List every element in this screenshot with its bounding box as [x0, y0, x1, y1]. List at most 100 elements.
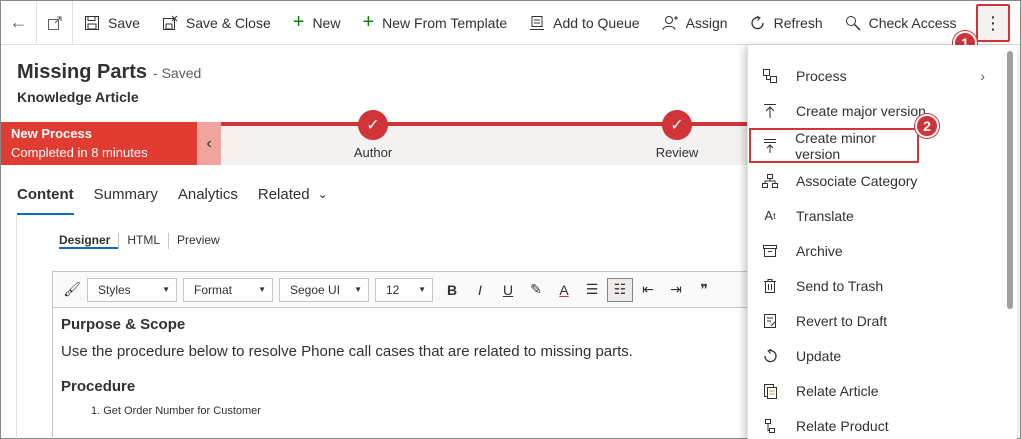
tab-label: Summary: [93, 185, 158, 203]
trash-icon: [760, 278, 780, 294]
back-button[interactable]: ←: [1, 0, 37, 45]
content-heading: Procedure: [61, 378, 136, 395]
caret-down-icon: ▼: [354, 285, 362, 294]
page-title: Missing Parts - Saved: [17, 61, 201, 84]
decrease-indent-icon[interactable]: ⇤: [635, 278, 661, 302]
assign-button[interactable]: Assign: [651, 1, 739, 45]
new-button[interactable]: + New: [282, 1, 352, 45]
menu-item-relate-article[interactable]: Relate Article: [748, 373, 1017, 408]
menu-item-create-major-version[interactable]: Create major version: [748, 93, 1017, 128]
check-access-label: Check Access: [868, 14, 957, 31]
save-icon: [84, 15, 100, 31]
menu-item-associate-category[interactable]: Associate Category: [748, 163, 1017, 198]
process-panel[interactable]: New Process Completed in 8 minutes: [1, 122, 197, 165]
pop-out-icon: [47, 16, 61, 30]
refresh-icon: [750, 15, 766, 31]
tab-summary[interactable]: Summary: [84, 173, 168, 215]
menu-item-label: Relate Article: [796, 382, 879, 399]
save-close-icon: [162, 15, 178, 31]
underline-icon[interactable]: U: [495, 278, 521, 302]
refresh-button[interactable]: Refresh: [739, 1, 834, 45]
menu-item-relate-product[interactable]: Relate Product: [748, 408, 1017, 439]
stage-label: Author: [353, 145, 393, 160]
editor-content[interactable]: Purpose & Scope Use the procedure below …: [53, 308, 751, 425]
process-time: Completed in 8 minutes: [11, 145, 148, 160]
new-from-template-button[interactable]: + New From Template: [351, 1, 518, 45]
styles-value: Styles: [98, 282, 131, 297]
font-dropdown[interactable]: Segoe UI ▼: [279, 277, 369, 302]
tab-label: Content: [17, 185, 74, 203]
check-access-icon: [845, 15, 861, 31]
major-version-icon: [760, 103, 780, 119]
caret-down-icon: ▼: [258, 285, 266, 294]
bulleted-list-icon[interactable]: ☰: [579, 278, 605, 302]
font-color-icon[interactable]: A: [551, 278, 577, 302]
add-to-queue-label: Add to Queue: [553, 14, 640, 31]
caret-down-icon: ▼: [418, 285, 426, 294]
new-from-template-label: New From Template: [382, 14, 508, 31]
tab-related[interactable]: Related ⌄: [248, 173, 338, 215]
chevron-down-icon: ⌄: [317, 187, 328, 201]
numbered-list-icon[interactable]: ☷: [607, 277, 633, 302]
chevron-right-icon: ›: [980, 67, 985, 84]
relate-article-icon: [760, 383, 780, 399]
save-status: - Saved: [153, 65, 202, 81]
save-button[interactable]: Save: [73, 1, 151, 45]
tab-analytics[interactable]: Analytics: [168, 173, 248, 215]
save-label: Save: [108, 14, 140, 31]
mode-preview[interactable]: Preview: [168, 233, 228, 249]
font-size-dropdown[interactable]: 12 ▼: [375, 277, 433, 302]
increase-indent-icon[interactable]: ⇥: [663, 278, 689, 302]
vertical-ellipsis-icon: ⋮: [984, 12, 1002, 33]
menu-item-send-to-trash[interactable]: Send to Trash: [748, 268, 1017, 303]
mode-html[interactable]: HTML: [118, 233, 168, 249]
pop-out-button[interactable]: [37, 0, 73, 45]
add-to-queue-button[interactable]: Add to Queue: [518, 1, 650, 45]
bold-icon[interactable]: B: [439, 278, 465, 302]
highlight-icon[interactable]: ✎: [523, 278, 549, 302]
menu-item-update[interactable]: Update: [748, 338, 1017, 373]
tab-label: Related: [257, 185, 310, 203]
process-icon: [760, 68, 780, 84]
rich-text-editor: 🖌 Styles ▼ Format ▼ Segoe UI ▼ 12 ▼ B I U ✎ …: [52, 271, 752, 439]
format-value: Format: [194, 282, 233, 297]
assign-label: Assign: [685, 14, 728, 31]
tab-content[interactable]: Content: [1, 173, 84, 215]
menu-item-archive[interactable]: Archive: [748, 233, 1017, 268]
menu-item-process[interactable]: Process ›: [748, 58, 1017, 93]
plus-icon: +: [362, 11, 375, 33]
stage-author[interactable]: ✓ Author: [323, 110, 423, 160]
relate-product-icon: [760, 418, 780, 434]
styles-dropdown[interactable]: Styles ▼: [87, 277, 177, 302]
command-bar: ← Save Save & Close + New + New From Tem…: [1, 0, 1020, 45]
format-dropdown[interactable]: Format ▼: [183, 277, 273, 302]
format-painter-icon[interactable]: 🖌: [59, 278, 85, 302]
menu-item-translate[interactable]: At Translate: [748, 198, 1017, 233]
menu-item-label: Relate Product: [796, 417, 889, 434]
process-name: New Process: [11, 126, 92, 141]
new-label: New: [312, 14, 341, 31]
menu-scrollbar[interactable]: [1003, 45, 1017, 439]
stage-label: Review: [655, 145, 699, 160]
menu-item-revert-to-draft[interactable]: Revert to Draft: [748, 303, 1017, 338]
check-access-button[interactable]: Check Access: [834, 1, 968, 45]
collapse-process-button[interactable]: ‹: [197, 122, 221, 165]
italic-icon[interactable]: I: [467, 278, 493, 302]
more-commands-button[interactable]: ⋮: [976, 4, 1010, 42]
menu-item-label: Send to Trash: [796, 277, 884, 294]
menu-item-label: Translate: [796, 207, 854, 224]
person-icon: [662, 15, 678, 31]
translate-icon: At: [764, 208, 776, 223]
mode-designer[interactable]: Designer: [59, 233, 119, 249]
editor-toolbar: 🖌 Styles ▼ Format ▼ Segoe UI ▼ 12 ▼ B I U ✎ …: [53, 272, 751, 308]
menu-item-label: Associate Category: [796, 172, 918, 189]
stage-review[interactable]: ✓ Review: [627, 110, 727, 160]
scrollbar-thumb[interactable]: [1007, 51, 1013, 309]
quote-icon[interactable]: ❞: [691, 278, 717, 302]
plus-icon: +: [292, 11, 305, 33]
chevron-left-icon: ‹: [206, 134, 212, 152]
queue-icon: [529, 15, 545, 31]
menu-item-create-minor-version[interactable]: Create minor version: [749, 128, 919, 163]
menu-item-label: Archive: [796, 242, 843, 259]
save-close-button[interactable]: Save & Close: [151, 1, 282, 45]
